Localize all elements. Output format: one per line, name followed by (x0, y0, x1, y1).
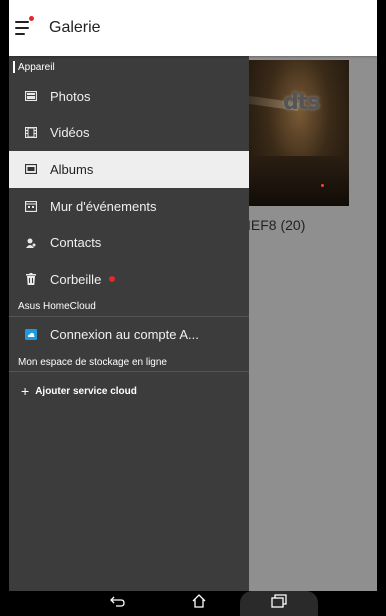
drawer-item-trash[interactable]: Corbeille (9, 261, 249, 298)
drawer-item-homecloud-login[interactable]: Connexion au compte A... (9, 317, 249, 354)
calendar-icon (24, 199, 38, 213)
drawer-item-label: Connexion au compte A... (50, 327, 199, 343)
drawer-item-label: Vidéos (50, 125, 90, 141)
homecloud-icon (24, 328, 38, 342)
section-header-online-storage: Mon espace de stockage en ligne (18, 356, 167, 368)
drawer-item-label: Corbeille (50, 271, 102, 287)
drawer-item-label: Contacts (50, 235, 102, 251)
notification-dot (29, 16, 34, 21)
app-window: Galerie dts IEF8 (20) Appareil Photos Vi… (9, 0, 377, 591)
app-bar: Galerie (9, 0, 377, 56)
album-label[interactable]: IEF8 (20) (247, 217, 305, 233)
trash-icon (24, 272, 38, 286)
drawer-item-photos[interactable]: Photos (9, 78, 249, 115)
trash-badge-dot (109, 276, 116, 283)
drawer-item-contacts[interactable]: Contacts (9, 224, 249, 261)
contacts-icon (24, 236, 38, 250)
menu-button[interactable] (13, 13, 43, 43)
film-icon (24, 126, 38, 140)
section-header-homecloud: Asus HomeCloud (18, 301, 96, 313)
navigation-drawer: Appareil Photos Vidéos Albums Mur d'évén (9, 56, 249, 591)
drawer-item-event-wall[interactable]: Mur d'événements (9, 188, 249, 225)
recents-button[interactable] (267, 593, 291, 613)
drawer-item-label: Albums (50, 161, 94, 177)
plus-icon: + (21, 383, 30, 400)
drawer-item-albums[interactable]: Albums (9, 151, 249, 188)
drawer-item-label: Mur d'événements (50, 198, 157, 214)
system-nav-bar (0, 591, 386, 616)
album-thumbnail[interactable]: dts (249, 60, 349, 206)
recents-icon (271, 593, 287, 613)
app-title: Galerie (49, 19, 101, 36)
albums-icon (24, 162, 38, 176)
add-cloud-service-button[interactable]: + Ajouter service cloud (9, 372, 249, 410)
home-icon (191, 593, 207, 614)
back-icon (110, 594, 126, 612)
drawer-item-videos[interactable]: Vidéos (9, 115, 249, 152)
photos-icon (24, 89, 38, 103)
drawer-item-label: Photos (50, 88, 91, 104)
back-button[interactable] (106, 593, 130, 613)
section-header-device: Appareil (9, 56, 249, 78)
home-button[interactable] (187, 593, 211, 613)
add-cloud-label: Ajouter service cloud (35, 385, 137, 397)
dts-logo: dts (283, 90, 320, 115)
